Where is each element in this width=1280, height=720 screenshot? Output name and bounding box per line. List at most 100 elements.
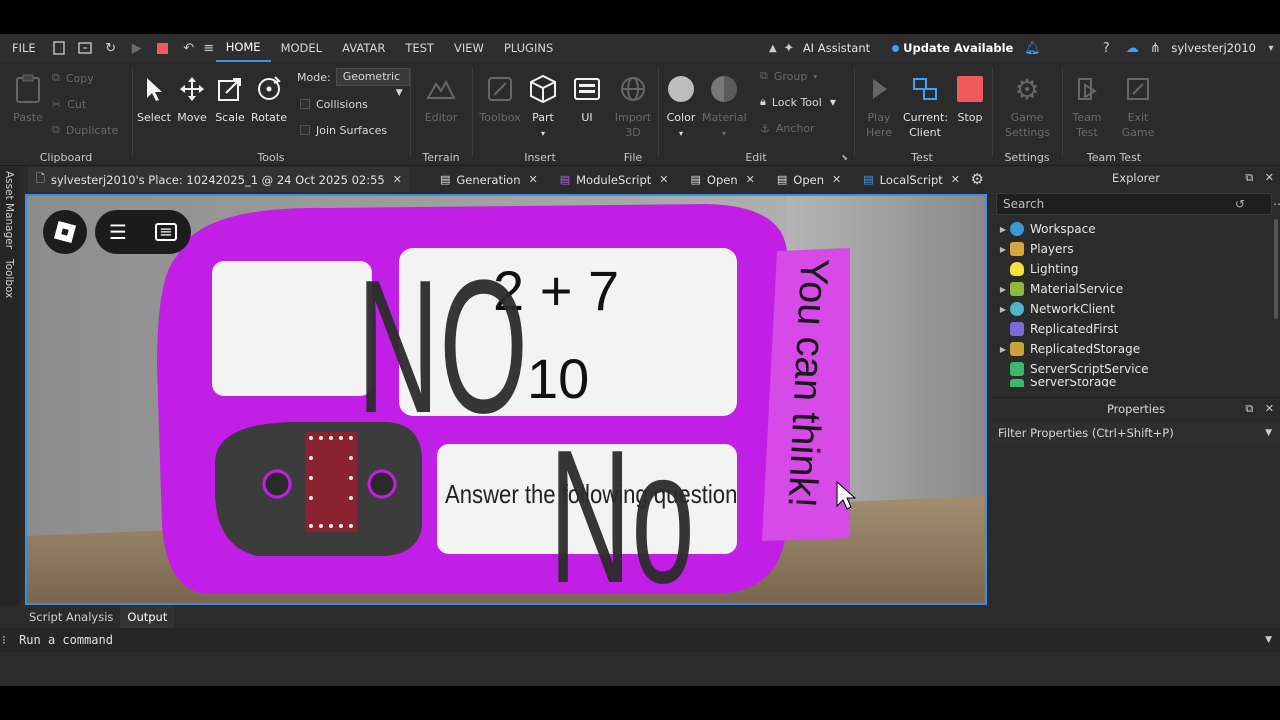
cut-button[interactable]: ✂ Cut [52,94,86,114]
rotate-tool-button[interactable]: Rotate [247,72,291,125]
edit-expand-icon[interactable]: ⬊ [841,153,848,162]
toolbox-tab[interactable]: Toolbox [3,259,15,298]
color-button[interactable]: Color ▾ [659,72,703,141]
chat-icon[interactable]: ≡ [154,223,177,241]
game-viewport[interactable]: 2 + 7 10 Answer the following question N… [25,194,987,605]
stop-icon[interactable] [150,34,176,62]
tab-generation[interactable]: ▤ Generation ✕ [432,167,546,192]
expand-arrow-icon[interactable]: ▶ [996,345,1010,354]
close-icon[interactable]: ✕ [746,173,755,186]
play-here-button[interactable]: Play Here [857,72,901,140]
roblox-menu-button[interactable] [43,210,87,254]
tab-test[interactable]: TEST [395,34,444,62]
properties-filter-placeholder: Filter Properties (Ctrl+Shift+P) [998,426,1174,440]
notifications-icon[interactable]: 🔔︎ [1019,34,1045,62]
tab-localscript[interactable]: ▤ LocalScript ✕ [855,167,968,192]
material-button[interactable]: Material ▾ [702,72,747,141]
tree-item-players[interactable]: ▶ Players [992,239,1280,259]
anchor-button[interactable]: ⚓︎ Anchor [760,118,815,138]
game-settings-button[interactable]: ⚙ Game Settings [1005,72,1050,140]
import-3d-button[interactable]: Import 3D [611,72,655,140]
stop-button[interactable]: Stop [948,72,992,125]
expand-arrow-icon[interactable]: ▶ [996,225,1010,234]
hamburger-menu-icon[interactable]: ☰ [109,220,127,244]
close-icon[interactable]: ✕ [832,173,841,186]
lock-tool-button[interactable]: 🔒︎ Lock Tool ▼ [760,92,836,112]
group-button[interactable]: ⧉ Group ▾ [760,66,817,86]
new-file-icon[interactable] [46,34,72,62]
scale-tool-button[interactable]: Scale [208,72,252,125]
account-dropdown-icon[interactable]: ▾ [1262,34,1280,62]
update-available-button[interactable]: Update Available [886,41,1019,55]
expand-arrow-icon[interactable]: ▶ [996,285,1010,294]
close-icon[interactable]: ✕ [951,173,960,186]
tree-item-materialservice[interactable]: ▶ MaterialService [992,279,1280,299]
tree-item-networkclient[interactable]: ▶ NetworkClient [992,299,1280,319]
team-test-button[interactable]: Team Test [1065,72,1109,140]
username[interactable]: sylvesterj2010 [1165,41,1262,55]
command-bar[interactable]: ⁝ Run a command ▼ [0,628,1280,652]
tab-modulescript[interactable]: ▤ ModuleScript ✕ [552,167,677,192]
copy-button[interactable]: ⧉ Copy [52,68,94,88]
close-icon[interactable]: ✕ [529,173,538,186]
tab-view[interactable]: VIEW [444,34,494,62]
tabs-settings-gear-icon[interactable]: ⚙ [971,170,984,188]
tree-item-lighting[interactable]: Lighting [992,259,1280,279]
publish-icon[interactable] [72,34,98,62]
join-surfaces-checkbox[interactable] [300,125,310,135]
explorer-search-input[interactable]: Search ↺ ⋯ [996,193,1280,215]
toolbox-button[interactable]: Toolbox [478,72,522,125]
tab-place[interactable]: 🗋︎ sylvesterj2010's Place: 10242025_1 @ … [28,167,410,192]
tree-item-replicatedfirst[interactable]: ReplicatedFirst [992,319,1280,339]
duplicate-button[interactable]: ⧉ Duplicate [52,120,118,140]
tree-item-serverscriptservice[interactable]: ServerScriptService [992,359,1280,379]
collisions-checkbox[interactable] [300,99,310,109]
chevron-down-icon[interactable]: ▼ [1265,628,1272,652]
tab-output[interactable]: Output [120,606,175,628]
quick-access-dropdown-icon[interactable]: ≡ [202,34,216,62]
terrain-editor-button[interactable]: Editor [419,72,463,125]
asset-manager-tab[interactable]: Asset Manager [3,171,15,249]
ui-button[interactable]: UI [565,72,609,125]
tab-open-1[interactable]: ▤ Open ✕ [683,167,763,192]
more-options-icon[interactable]: ⋯ [1273,194,1280,214]
tree-item-replicatedstorage[interactable]: ▶ ReplicatedStorage [992,339,1280,359]
close-icon[interactable]: ✕ [1265,171,1274,184]
paste-button[interactable]: Paste [6,72,50,125]
tree-item-workspace[interactable]: ▶ Workspace [992,219,1280,239]
properties-filter-input[interactable]: Filter Properties (Ctrl+Shift+P) ▼ [992,422,1280,444]
tab-home[interactable]: HOME [215,34,271,62]
collisions-toggle[interactable]: Collisions [300,94,368,114]
undock-icon[interactable]: ⧉ [1245,402,1253,415]
close-icon[interactable]: ✕ [393,173,402,186]
tab-open-2[interactable]: ▤ Open ✕ [769,167,849,192]
part-button[interactable]: Part ▾ [521,72,565,141]
undock-icon[interactable]: ⧉ [1245,171,1253,184]
redo-icon[interactable]: ↻ [98,34,124,62]
close-icon[interactable]: ✕ [1265,402,1274,415]
explorer-scrollbar[interactable] [1274,219,1278,319]
cloud-icon[interactable]: ☁ [1119,34,1145,62]
current-client-button[interactable]: Current: Client [903,72,948,140]
tab-model[interactable]: MODEL [271,34,333,62]
undo-icon[interactable]: ↶ [176,34,202,62]
join-surfaces-toggle[interactable]: Join Surfaces [300,120,387,140]
chevron-down-icon[interactable]: ▼ [1265,422,1272,444]
command-input[interactable]: Run a command [19,633,113,647]
collapse-ribbon-icon[interactable]: ▲ [765,34,781,62]
tab-plugins[interactable]: PLUGINS [494,34,563,62]
tree-item-serverstorage[interactable]: ServerStorage [992,379,1280,387]
mode-dropdown[interactable]: Geometric ▼ [335,68,410,98]
exit-game-button[interactable]: Exit Game [1116,72,1160,140]
file-menu[interactable]: FILE [0,34,46,62]
expand-arrow-icon[interactable]: ▶ [996,245,1010,254]
history-icon[interactable]: ↺ [1235,194,1245,214]
close-icon[interactable]: ✕ [659,173,668,186]
expand-arrow-icon[interactable]: ▶ [996,305,1010,314]
share-icon[interactable]: ⋔ [1145,34,1165,62]
ai-assistant-button[interactable]: AI Assistant [797,41,876,55]
play-icon[interactable]: ▶ [124,34,150,62]
help-icon[interactable]: ? [1093,34,1119,62]
tab-avatar[interactable]: AVATAR [332,34,395,62]
tab-script-analysis[interactable]: Script Analysis [22,606,120,628]
